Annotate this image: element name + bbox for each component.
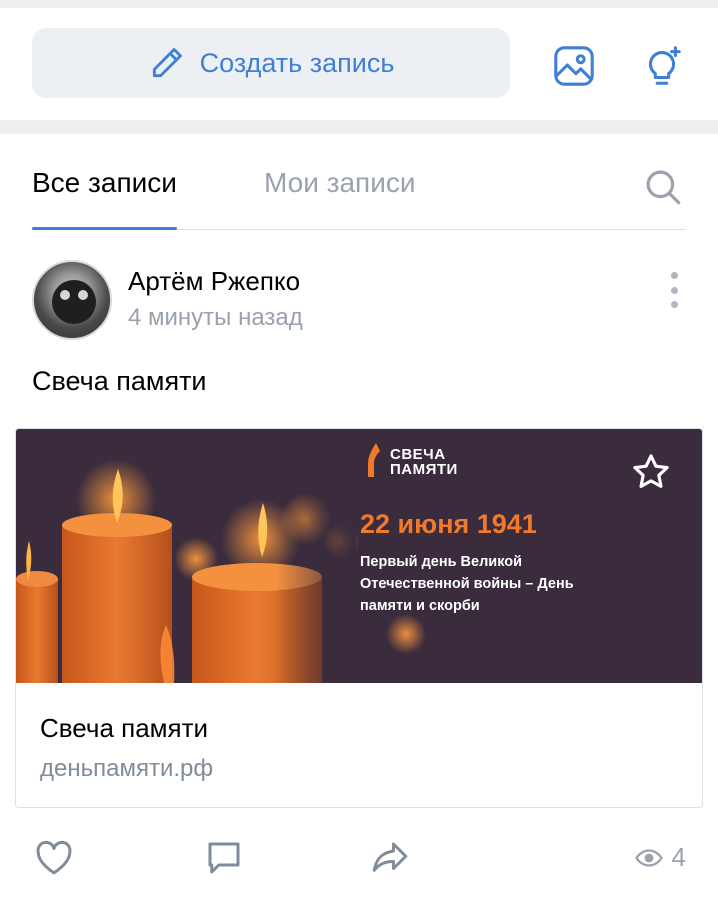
more-vertical-icon xyxy=(670,272,678,279)
post-text: Свеча памяти xyxy=(32,366,207,396)
star-icon xyxy=(633,454,669,488)
link-attachment-card[interactable]: СВЕЧА ПАМЯТИ 22 июня 1941 Первый день Ве… xyxy=(15,428,703,808)
search-icon xyxy=(646,170,681,205)
idea-bulb-icon xyxy=(648,46,681,85)
post-timestamp: 4 минуты назад xyxy=(128,304,303,331)
post-author[interactable]: Артём Ржепко xyxy=(128,266,300,297)
feed-tabs: Все записи Мои записи xyxy=(32,164,686,230)
eye-icon xyxy=(634,848,663,867)
svecha-pamyati-logo: СВЕЧА ПАМЯТИ xyxy=(366,443,458,477)
heart-icon xyxy=(36,840,72,875)
photo-icon xyxy=(554,46,594,86)
views-count: 4 xyxy=(671,842,686,872)
like-button[interactable] xyxy=(32,836,76,880)
section-divider xyxy=(0,120,718,134)
comment-icon xyxy=(208,842,240,874)
feed: Все записи Мои записи Артём Ржепко 4 мин… xyxy=(0,134,718,900)
link-banner-image: СВЕЧА ПАМЯТИ 22 июня 1941 Первый день Ве… xyxy=(16,429,702,683)
link-title: Свеча памяти xyxy=(40,713,209,743)
link-domain: деньпамяти.рф xyxy=(40,755,214,782)
post-header: Артём Ржепко 4 минуты назад xyxy=(32,260,686,340)
idea-button[interactable] xyxy=(638,42,686,90)
share-button[interactable] xyxy=(368,836,412,880)
more-options-button[interactable] xyxy=(662,268,686,312)
post-actions: 4 xyxy=(32,834,686,882)
candle-logo-icon xyxy=(368,443,380,477)
banner-date: 22 июня 1941 xyxy=(360,509,537,539)
composer-bar: Создать запись xyxy=(0,8,718,120)
create-post-button[interactable]: Создать запись xyxy=(32,28,510,98)
add-photo-button[interactable] xyxy=(550,42,598,90)
tab-my-posts[interactable]: Мои записи xyxy=(264,164,415,230)
add-to-bookmarks-button[interactable] xyxy=(628,449,674,495)
top-strip xyxy=(0,0,718,8)
search-button[interactable] xyxy=(640,164,686,210)
tab-all-posts[interactable]: Все записи xyxy=(32,164,177,230)
avatar[interactable] xyxy=(32,260,112,340)
views-counter: 4 xyxy=(634,842,686,873)
create-post-label: Создать запись xyxy=(199,47,395,78)
share-icon xyxy=(372,842,408,872)
comment-button[interactable] xyxy=(202,836,246,880)
banner-description: Первый день Великой Отечественной войны … xyxy=(360,554,574,614)
pencil-icon xyxy=(152,48,182,78)
